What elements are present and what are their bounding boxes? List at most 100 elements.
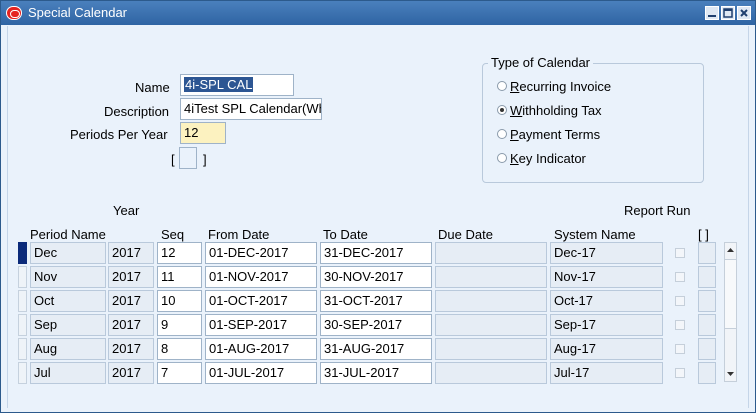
- row-flexfield[interactable]: [698, 338, 716, 360]
- type-of-calendar-title: Type of Calendar: [488, 55, 594, 70]
- table-scrollbar[interactable]: [724, 242, 737, 382]
- due-date-header: Due Date: [438, 227, 493, 242]
- cell-due[interactable]: [435, 314, 547, 336]
- descriptive-flexfield[interactable]: [179, 147, 197, 169]
- cell-to[interactable]: 31-OCT-2017: [320, 290, 432, 312]
- cell-year[interactable]: 2017: [108, 362, 154, 384]
- name-value: 4i-SPL CAL: [184, 77, 254, 92]
- scroll-up-icon[interactable]: [725, 243, 736, 257]
- row-flexfield[interactable]: [698, 290, 716, 312]
- periods-per-year-label: Periods Per Year: [70, 127, 168, 142]
- cell-year[interactable]: 2017: [108, 338, 154, 360]
- cell-year[interactable]: 2017: [108, 314, 154, 336]
- radio-withholding-tax[interactable]: [497, 105, 507, 115]
- cell-system[interactable]: Oct-17: [550, 290, 663, 312]
- dff-open-bracket: [: [171, 152, 175, 167]
- special-calendar-window: Special Calendar Name 4i-SPL CAL Descrip…: [0, 0, 756, 413]
- minimize-icon[interactable]: [705, 6, 719, 20]
- year-header: Year: [113, 203, 140, 218]
- record-indicator[interactable]: [18, 314, 27, 336]
- dff-header: [ ]: [698, 227, 709, 242]
- description-field[interactable]: 4iTest SPL Calendar(Wh: [180, 98, 322, 120]
- recurring-invoice-label[interactable]: Recurring Invoice: [510, 79, 611, 94]
- cell-due[interactable]: [435, 290, 547, 312]
- system-name-header: System Name: [554, 227, 636, 242]
- record-indicator[interactable]: [18, 266, 27, 288]
- to-date-header: To Date: [323, 227, 368, 242]
- cell-to[interactable]: 31-AUG-2017: [320, 338, 432, 360]
- report-run-checkbox[interactable]: [675, 272, 685, 282]
- cell-period[interactable]: Nov: [30, 266, 106, 288]
- report-run-checkbox[interactable]: [675, 296, 685, 306]
- key-indicator-label[interactable]: Key Indicator: [510, 151, 586, 166]
- title-bar[interactable]: Special Calendar: [1, 1, 755, 25]
- dff-close-bracket: ]: [203, 152, 207, 167]
- cell-to[interactable]: 31-DEC-2017: [320, 242, 432, 264]
- record-indicator[interactable]: [18, 338, 27, 360]
- cell-from[interactable]: 01-SEP-2017: [205, 314, 317, 336]
- cell-from[interactable]: 01-NOV-2017: [205, 266, 317, 288]
- report-run-checkbox[interactable]: [675, 368, 685, 378]
- periods-per-year-field[interactable]: 12: [180, 122, 226, 144]
- seq-header: Seq: [161, 227, 185, 242]
- row-flexfield[interactable]: [698, 314, 716, 336]
- cell-system[interactable]: Nov-17: [550, 266, 663, 288]
- name-label: Name: [135, 80, 170, 95]
- record-indicator[interactable]: [18, 242, 27, 264]
- form-area: Name 4i-SPL CAL Description 4iTest SPL C…: [7, 26, 749, 408]
- cell-from[interactable]: 01-AUG-2017: [205, 338, 317, 360]
- cell-from[interactable]: 01-OCT-2017: [205, 290, 317, 312]
- cell-system[interactable]: Jul-17: [550, 362, 663, 384]
- maximize-icon[interactable]: [721, 6, 735, 20]
- radio-recurring-invoice[interactable]: [497, 81, 507, 91]
- report-run-checkbox[interactable]: [675, 320, 685, 330]
- cell-period[interactable]: Sep: [30, 314, 106, 336]
- cell-due[interactable]: [435, 338, 547, 360]
- name-field[interactable]: 4i-SPL CAL: [180, 74, 294, 96]
- cell-due[interactable]: [435, 362, 547, 384]
- row-flexfield[interactable]: [698, 362, 716, 384]
- oracle-icon: [6, 6, 22, 20]
- radio-key-indicator[interactable]: [497, 153, 507, 163]
- cell-period[interactable]: Jul: [30, 362, 106, 384]
- payment-terms-label[interactable]: Payment Terms: [510, 127, 600, 142]
- report-run-header: Report Run: [624, 203, 691, 218]
- cell-due[interactable]: [435, 242, 547, 264]
- cell-due[interactable]: [435, 266, 547, 288]
- cell-system[interactable]: Aug-17: [550, 338, 663, 360]
- cell-system[interactable]: Dec-17: [550, 242, 663, 264]
- cell-from[interactable]: 01-DEC-2017: [205, 242, 317, 264]
- record-indicator[interactable]: [18, 362, 27, 384]
- cell-year[interactable]: 2017: [108, 266, 154, 288]
- cell-period[interactable]: Oct: [30, 290, 106, 312]
- record-indicator[interactable]: [18, 290, 27, 312]
- cell-year[interactable]: 2017: [108, 242, 154, 264]
- cell-year[interactable]: 2017: [108, 290, 154, 312]
- cell-from[interactable]: 01-JUL-2017: [205, 362, 317, 384]
- radio-payment-terms[interactable]: [497, 129, 507, 139]
- cell-seq[interactable]: 11: [157, 266, 202, 288]
- scroll-down-icon[interactable]: [725, 367, 736, 381]
- withholding-tax-label[interactable]: Withholding Tax: [510, 103, 602, 118]
- cell-to[interactable]: 30-SEP-2017: [320, 314, 432, 336]
- cell-period[interactable]: Aug: [30, 338, 106, 360]
- cell-seq[interactable]: 9: [157, 314, 202, 336]
- cell-period[interactable]: Dec: [30, 242, 106, 264]
- cell-to[interactable]: 31-JUL-2017: [320, 362, 432, 384]
- window-title: Special Calendar: [28, 5, 128, 20]
- row-flexfield[interactable]: [698, 242, 716, 264]
- cell-seq[interactable]: 8: [157, 338, 202, 360]
- row-flexfield[interactable]: [698, 266, 716, 288]
- close-icon[interactable]: [737, 6, 751, 20]
- report-run-checkbox[interactable]: [675, 248, 685, 258]
- cell-seq[interactable]: 10: [157, 290, 202, 312]
- report-run-checkbox[interactable]: [675, 344, 685, 354]
- period-name-header: Period Name: [30, 227, 106, 242]
- scroll-thumb[interactable]: [725, 259, 736, 329]
- cell-to[interactable]: 30-NOV-2017: [320, 266, 432, 288]
- cell-system[interactable]: Sep-17: [550, 314, 663, 336]
- cell-seq[interactable]: 7: [157, 362, 202, 384]
- description-label: Description: [104, 104, 170, 119]
- from-date-header: From Date: [208, 227, 270, 242]
- cell-seq[interactable]: 12: [157, 242, 202, 264]
